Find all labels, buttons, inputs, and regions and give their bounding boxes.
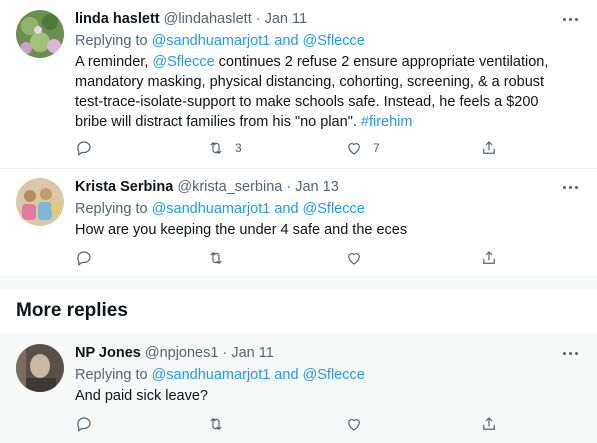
separator: · xyxy=(251,11,265,27)
retweet-icon xyxy=(210,251,222,265)
tweet-header: NP Jones @npjones1 · Jan 11 xyxy=(75,344,557,363)
like-button[interactable] xyxy=(345,248,363,268)
avatar[interactable] xyxy=(16,178,64,226)
retweet-button[interactable]: 3 xyxy=(207,138,242,158)
replying-prefix: Replying to xyxy=(75,33,152,49)
like-button[interactable] xyxy=(345,414,363,434)
like-icon xyxy=(348,253,360,265)
user-handle[interactable]: @npjones1 xyxy=(145,345,219,361)
retweet-icon xyxy=(210,141,222,155)
avatar-image xyxy=(16,10,64,58)
avatar[interactable] xyxy=(16,344,64,392)
display-name[interactable]: linda haslett xyxy=(75,11,160,27)
user-handle[interactable]: @lindahaslett xyxy=(164,11,252,27)
replying-to: Replying to @sandhuamarjot1 and @Sflecce xyxy=(75,365,557,386)
more-replies-heading: More replies xyxy=(16,300,128,321)
section-divider xyxy=(0,277,597,289)
replying-users-link[interactable]: @sandhuamarjot1 and @Sflecce xyxy=(152,201,365,217)
replying-prefix: Replying to xyxy=(75,201,152,217)
share-icon xyxy=(483,251,495,264)
reply-button[interactable] xyxy=(75,138,93,158)
avatar[interactable] xyxy=(16,10,64,58)
retweet-count: 3 xyxy=(235,141,242,155)
share-icon xyxy=(483,141,495,154)
replying-to: Replying to @sandhuamarjot1 and @Sflecce xyxy=(75,199,557,220)
share-icon xyxy=(483,417,495,430)
tweet-header: linda haslett @lindahaslett · Jan 11 xyxy=(75,10,557,29)
retweet-button[interactable] xyxy=(207,414,225,434)
tweet-date[interactable]: Jan 11 xyxy=(231,345,273,361)
avatar-image xyxy=(16,178,64,226)
avatar-image xyxy=(16,344,64,392)
replying-users-link[interactable]: @sandhuamarjot1 and @Sflecce xyxy=(152,33,365,49)
display-name[interactable]: Krista Serbina xyxy=(75,179,173,195)
like-button[interactable]: 7 xyxy=(345,138,380,158)
more-icon[interactable] xyxy=(559,346,581,360)
replying-to: Replying to @sandhuamarjot1 and @Sflecce xyxy=(75,31,557,52)
user-handle[interactable]: @krista_serbina xyxy=(177,179,282,195)
tweet-text: How are you keeping the under 4 safe and… xyxy=(75,222,408,238)
share-button[interactable] xyxy=(480,138,498,158)
reply-icon xyxy=(77,417,91,432)
reply-icon xyxy=(77,251,91,266)
tweet-header: Krista Serbina @krista_serbina · Jan 13 xyxy=(75,178,557,197)
display-name[interactable]: NP Jones xyxy=(75,345,141,361)
like-count: 7 xyxy=(373,141,380,155)
reply-icon xyxy=(77,141,91,156)
reply-button[interactable] xyxy=(75,414,93,434)
more-icon[interactable] xyxy=(559,180,581,194)
tweet-date[interactable]: Jan 11 xyxy=(265,11,307,27)
share-button[interactable] xyxy=(480,414,498,434)
separator: · xyxy=(218,345,232,361)
share-button[interactable] xyxy=(480,248,498,268)
hashtag-link[interactable]: #firehim xyxy=(361,114,413,130)
tweet-date[interactable]: Jan 13 xyxy=(295,179,339,195)
retweet-button[interactable] xyxy=(207,248,225,268)
like-icon xyxy=(348,419,360,431)
text-segment: A reminder, xyxy=(75,54,153,70)
like-icon xyxy=(348,143,360,155)
separator: · xyxy=(282,179,296,195)
tweet-np-jones[interactable]: NP Jones @npjones1 · Jan 11 Replying to … xyxy=(0,334,597,443)
tweet-text: A reminder, @Sflecce continues 2 refuse … xyxy=(75,52,557,132)
replying-prefix: Replying to xyxy=(75,367,152,383)
tweet-linda-haslett[interactable]: linda haslett @lindahaslett · Jan 11 Rep… xyxy=(0,0,597,169)
tweet-krista-serbina[interactable]: Krista Serbina @krista_serbina · Jan 13 … xyxy=(0,168,597,277)
reply-button[interactable] xyxy=(75,248,93,268)
more-icon[interactable] xyxy=(559,12,581,26)
replying-users-link[interactable]: @sandhuamarjot1 and @Sflecce xyxy=(152,367,365,383)
mention-link[interactable]: @Sflecce xyxy=(152,54,214,70)
tweet-text: And paid sick leave? xyxy=(75,388,208,404)
retweet-icon xyxy=(210,417,222,431)
